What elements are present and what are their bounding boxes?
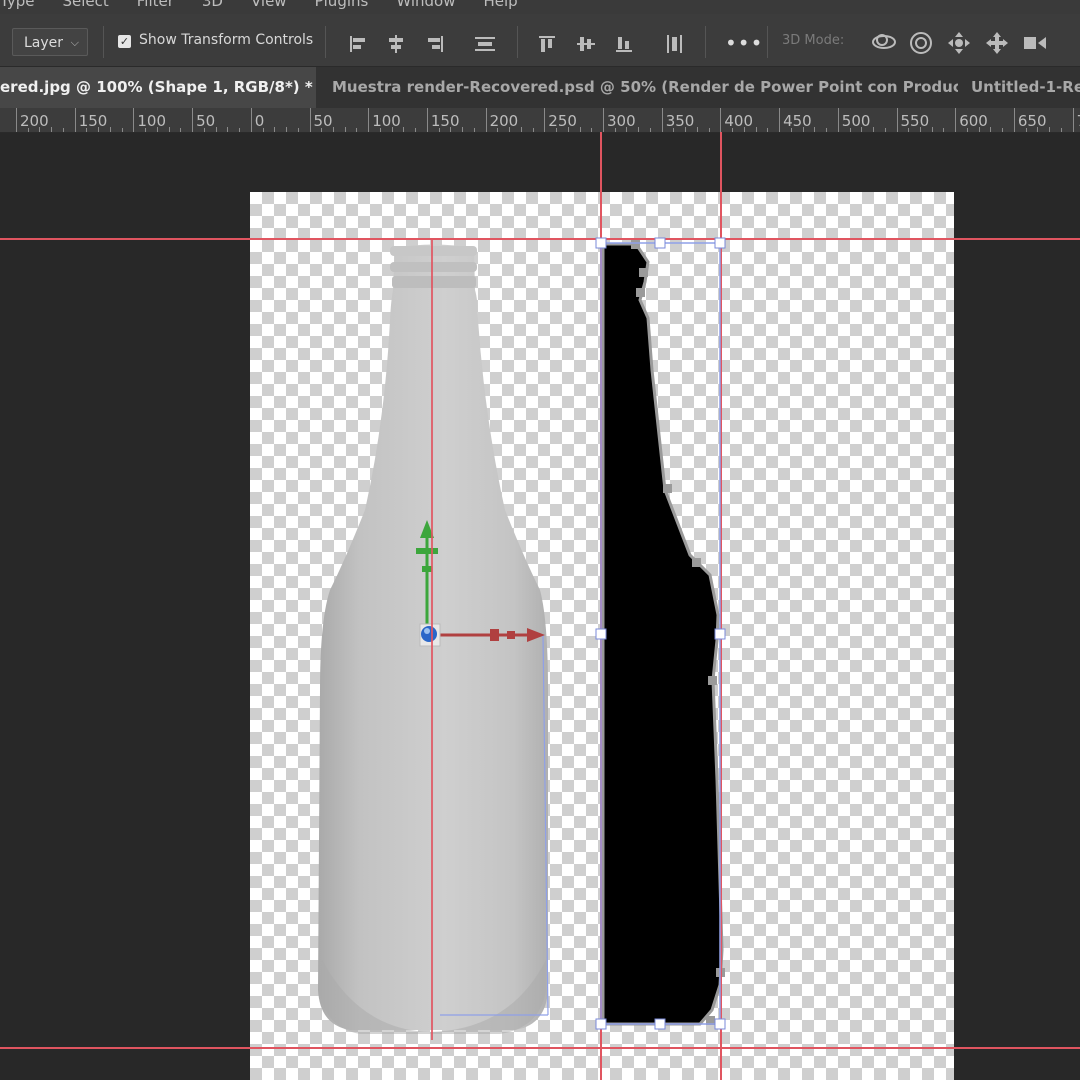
canvas-overlay [0, 132, 1080, 1080]
shape-1-silhouette[interactable] [601, 240, 725, 1026]
